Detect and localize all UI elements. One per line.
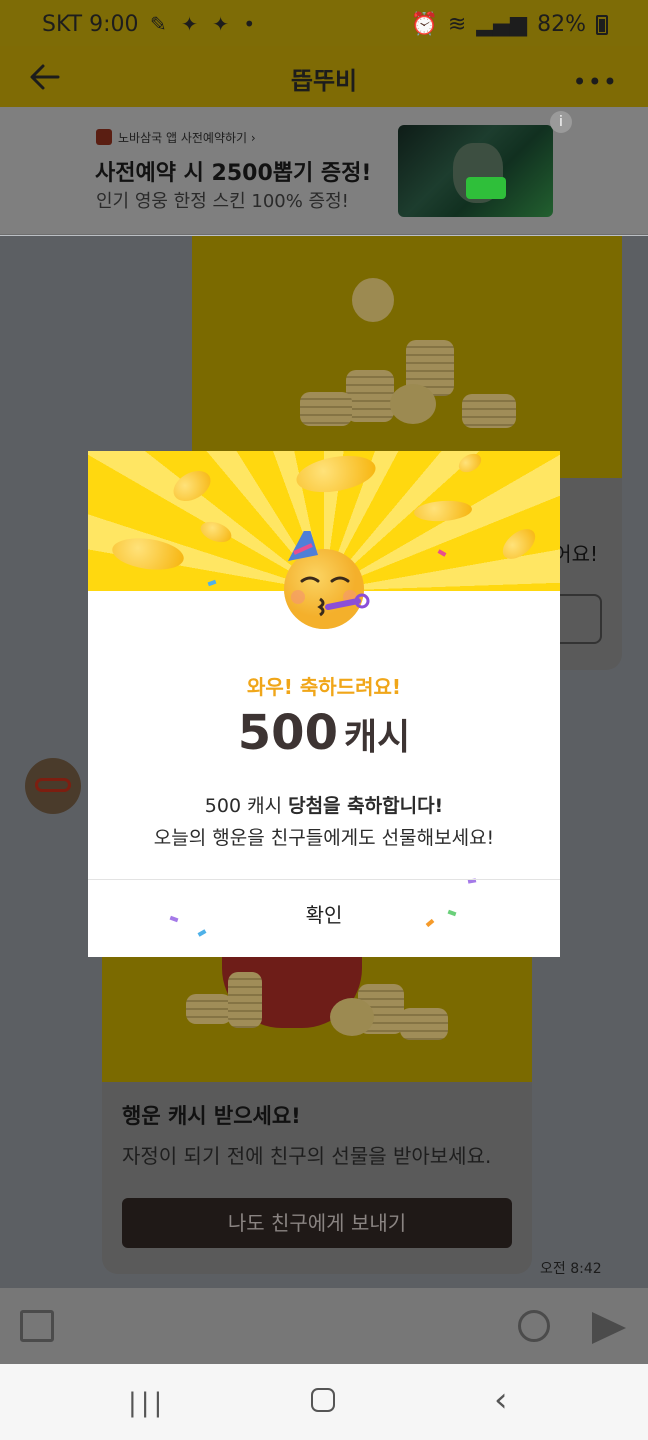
battery-icon <box>596 14 608 35</box>
signal-icon: ▂▄▆ <box>476 12 528 37</box>
coin-stack <box>400 1008 448 1040</box>
coins-illustration <box>192 236 622 478</box>
modal-divider <box>88 879 560 880</box>
ad-app-icon <box>96 129 112 145</box>
card2-description: 자정이 되기 전에 친구의 선물을 받아보세요. <box>122 1144 492 1168</box>
coin-illustration <box>330 998 374 1036</box>
battery-percent: 82% <box>537 12 586 37</box>
emoji-icon[interactable] <box>518 1310 550 1342</box>
coin-illustration <box>352 278 394 322</box>
status-bar: SKT 9:00 ✎ ✦ ✦ • ⏰ ≋ ▂▄▆ 82% <box>0 0 648 46</box>
congrats-subtitle: 와우! 축하드려요! <box>246 675 401 699</box>
coin-stack <box>228 972 262 1028</box>
ad-banner[interactable]: 노바삼국 앱 사전예약하기 › 사전예약 시 2500뽑기 증정! 인기 영웅 … <box>0 107 648 235</box>
notification-icons: ✎ ✦ ✦ • <box>150 12 260 36</box>
coin-stack <box>300 392 352 426</box>
reward-message-amount: 500 캐시 <box>204 795 289 817</box>
more-icon[interactable]: ••• <box>573 68 618 96</box>
system-nav-bar: ||| ‹ <box>0 1364 648 1440</box>
card2-title: 행운 캐시 받으세요! <box>122 1104 301 1128</box>
reward-amount-unit: 캐시 <box>343 717 411 758</box>
reward-message-line2: 오늘의 행운을 친구들에게도 선물해보세요! <box>153 827 495 849</box>
party-face-emoji-icon <box>284 531 370 629</box>
status-right: ⏰ ≋ ▂▄▆ 82% <box>410 12 608 37</box>
send-to-friend-button[interactable]: 나도 친구에게 보내기 <box>122 1198 512 1248</box>
reward-message-emphasis: 당첨을 축하합니다! <box>288 795 444 817</box>
reward-amount: 500 캐시 <box>88 705 560 761</box>
recent-apps-icon[interactable]: ||| <box>128 1388 166 1418</box>
message-input-bar <box>0 1288 648 1364</box>
status-time: SKT 9:00 <box>42 12 139 37</box>
coin-illustration <box>390 384 436 424</box>
confirm-button[interactable]: 확인 <box>88 881 560 945</box>
gift-illustration <box>102 948 532 1082</box>
alarm-icon: ⏰ <box>410 12 438 37</box>
reward-amount-value: 500 <box>237 705 338 761</box>
coin-stack <box>346 370 394 422</box>
reward-message-line1: 500 캐시 당첨을 축하합니다! <box>88 791 560 818</box>
coin-stack <box>462 394 516 428</box>
system-back-icon[interactable]: ‹ <box>494 1380 508 1420</box>
message-timestamp: 오전 8:42 <box>540 1261 602 1277</box>
image-attach-icon[interactable] <box>20 1310 54 1342</box>
avatar[interactable] <box>25 758 81 814</box>
chat-header: 뜹뚜비 ••• <box>0 46 648 107</box>
message-card-2: 행운 캐시 받으세요! 자정이 되기 전에 친구의 선물을 받아보세요. 나도 … <box>102 948 532 1274</box>
ad-subtitle[interactable]: 인기 영웅 한정 스킨 100% 증정! <box>96 187 349 213</box>
ad-thumbnail[interactable] <box>398 125 553 217</box>
chat-title: 뜹뚜비 <box>290 67 358 95</box>
info-icon[interactable]: i <box>550 111 572 133</box>
wifi-icon: ≋ <box>447 12 467 37</box>
ad-character-mask <box>466 177 506 199</box>
ad-app-name[interactable]: 노바삼국 앱 사전예약하기 › <box>118 129 256 146</box>
reward-modal: 와우! 축하드려요! 500 캐시 500 캐시 당첨을 축하합니다! 오늘의 행… <box>88 451 560 957</box>
home-icon[interactable] <box>311 1388 335 1412</box>
avatar-eyes <box>35 778 71 792</box>
send-icon[interactable] <box>592 1312 626 1344</box>
ad-headline[interactable]: 사전예약 시 2500뽑기 증정! <box>95 155 371 187</box>
coin-stack <box>186 994 232 1024</box>
